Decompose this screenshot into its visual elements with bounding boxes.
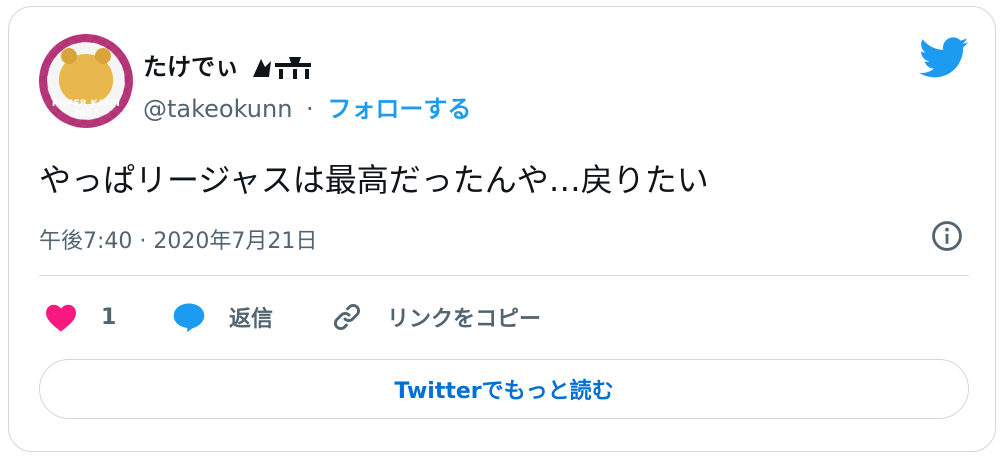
- info-icon[interactable]: [930, 219, 964, 253]
- reply-button[interactable]: 返信: [169, 297, 273, 337]
- author-display-name[interactable]: たけでぃ: [143, 47, 315, 82]
- like-button[interactable]: 1: [41, 297, 116, 337]
- author-display-name-text: たけでぃ: [143, 53, 239, 81]
- twitter-bird-icon[interactable]: [919, 37, 969, 79]
- avatar[interactable]: PHPER KAIGI 2023: [39, 34, 133, 128]
- read-more-label: Twitterでもっと読む: [394, 379, 614, 404]
- read-more-on-twitter-button[interactable]: Twitterでもっと読む: [39, 359, 969, 419]
- avatar-caption-line1: PHPER KAIGI: [51, 99, 121, 109]
- embedded-tweet-card: PHPER KAIGI 2023 たけでぃ @takeokunn · フォローす…: [8, 6, 996, 452]
- tweet-timestamp[interactable]: 午後7:40 · 2020年7月21日: [39, 223, 317, 255]
- handle-separator: ·: [306, 95, 314, 123]
- follow-button[interactable]: フォローする: [327, 95, 471, 123]
- heart-icon: [41, 297, 81, 337]
- divider: [39, 275, 969, 276]
- like-count: 1: [101, 304, 117, 330]
- author-handle-row: @takeokunn · フォローする: [143, 89, 471, 124]
- avatar-caption-line2: 2023: [72, 109, 100, 119]
- reply-bubble-icon: [169, 297, 209, 337]
- name-emoji-icon: [253, 57, 312, 79]
- avatar-mascot: [59, 48, 113, 104]
- author-handle[interactable]: @takeokunn: [143, 95, 292, 123]
- copy-link-label: リンクをコピー: [387, 307, 542, 332]
- copy-link-button[interactable]: リンクをコピー: [327, 297, 541, 337]
- tweet-text: やっぱリージャスは最高だったんや…戻りたい: [39, 161, 709, 199]
- reply-label: 返信: [229, 307, 274, 332]
- link-icon: [327, 297, 367, 337]
- avatar-caption: PHPER KAIGI 2023: [39, 99, 133, 119]
